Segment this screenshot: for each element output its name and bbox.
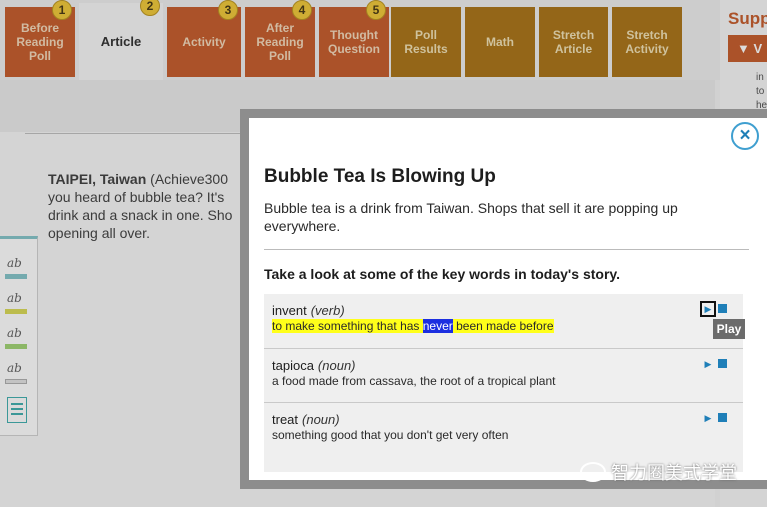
play-icon[interactable]: ▶ [700, 356, 716, 372]
vocab-word: tapioca [272, 358, 314, 373]
stop-icon[interactable] [718, 304, 727, 313]
vocab-word: invent [272, 303, 307, 318]
vocab-definition: to make something that has never been ma… [272, 319, 554, 333]
part-of-speech: (verb) [310, 303, 345, 318]
key-words-list: invent (verb) to make something that has … [264, 294, 743, 472]
part-of-speech: (noun) [302, 412, 340, 427]
vocab-word: treat [272, 412, 299, 427]
key-words-heading: Take a look at some of the key words in … [264, 266, 621, 282]
play-icon[interactable]: ▶ [700, 301, 716, 317]
play-tooltip: Play [713, 319, 745, 339]
modal-description: Bubble tea is a drink from Taiwan. Shops… [264, 200, 678, 234]
watermark: 智力圈美式学堂 [580, 459, 737, 485]
vocab-definition: something good that you don't get very o… [272, 428, 509, 442]
play-icon[interactable]: ▶ [700, 410, 716, 426]
divider [264, 249, 749, 250]
stop-icon[interactable] [718, 359, 727, 368]
modal-title: Bubble Tea Is Blowing Up [264, 166, 496, 187]
list-item: treat (noun) something good that you don'… [264, 402, 743, 454]
stop-icon[interactable] [718, 413, 727, 422]
chat-bubble-icon [580, 462, 606, 482]
part-of-speech: (noun) [317, 358, 356, 373]
highlighted-word: never [422, 319, 453, 333]
close-icon[interactable]: × [731, 122, 759, 150]
list-item: tapioca (noun) a food made from cassava, … [264, 348, 743, 400]
vocab-definition: a food made from cassava, the root of a … [272, 374, 556, 388]
vocabulary-modal: × Bubble Tea Is Blowing Up Bubble tea is… [249, 118, 767, 480]
list-item: invent (verb) to make something that has … [264, 294, 743, 346]
